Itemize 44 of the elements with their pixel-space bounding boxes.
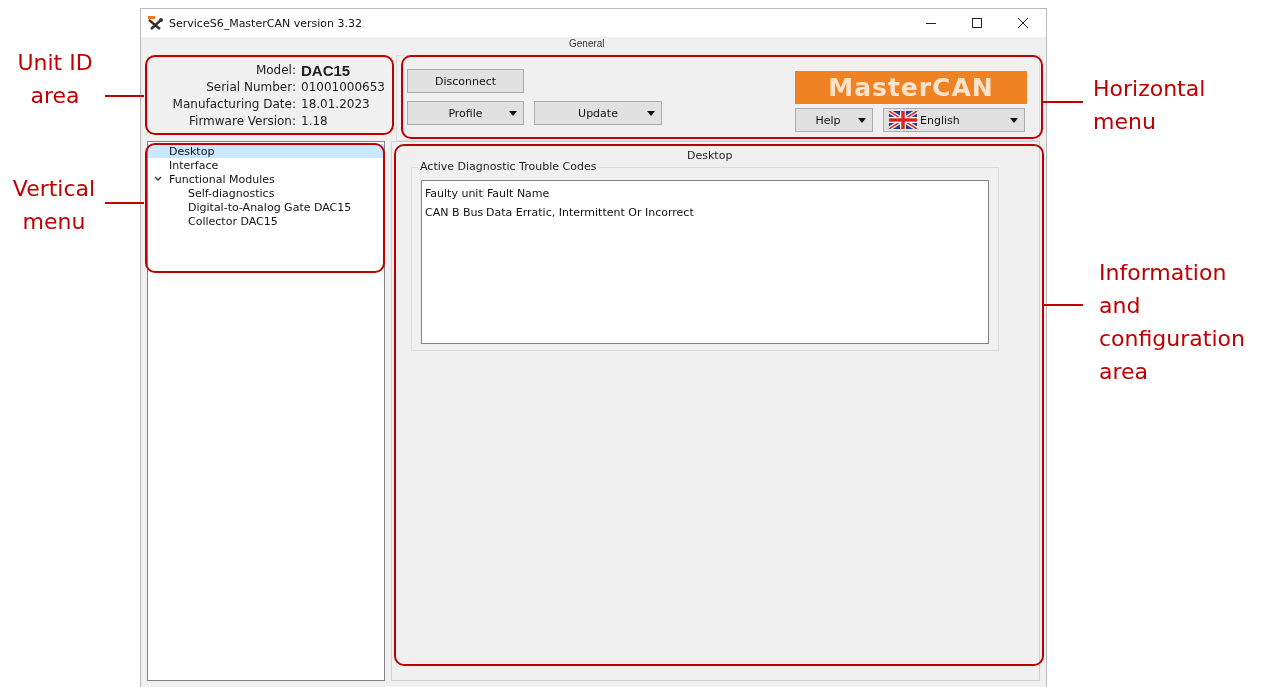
callout-label: Information and configuration area: [1099, 259, 1246, 386]
info-value: 18.01.2023: [301, 96, 371, 113]
info-label: Manufacturing Date:: [171, 96, 296, 113]
window-title: ServiceS6_MasterCAN version 3.32: [169, 16, 362, 30]
close-icon[interactable]: [1018, 18, 1028, 28]
tree-item[interactable]: Self-diagnostics: [148, 186, 384, 200]
tools-icon: [148, 16, 164, 30]
info-value: DAC15: [301, 62, 352, 79]
callout-label: Vertical menu: [11, 175, 97, 236]
table-cell-text: CAN B Bus: [424, 206, 483, 219]
callout-label: Unit ID area: [16, 49, 94, 110]
column-header[interactable]: Fault Name: [484, 187, 550, 200]
help-button[interactable]: Help: [795, 108, 873, 132]
chevron-icon[interactable]: [154, 176, 162, 182]
info-label: Firmware Version:: [188, 113, 296, 130]
caret-icon: [858, 118, 866, 123]
info-value: 01001000653: [301, 79, 386, 96]
tree-item[interactable]: Interface: [148, 158, 384, 172]
table-cell-text: Data Erratic, Intermittent Or Incorrect: [485, 206, 694, 219]
dropdown-button[interactable]: Update: [534, 101, 662, 125]
tree-item[interactable]: Collector DAC15: [148, 214, 384, 228]
panel-title: Desktop: [687, 149, 733, 162]
caret-icon: [1010, 118, 1018, 123]
info-label: Serial Number:: [205, 79, 296, 96]
leader-line: [105, 202, 144, 204]
dropdown-button[interactable]: Profile: [407, 101, 524, 125]
column-header[interactable]: Faulty unit: [422, 187, 484, 200]
language-dropdown[interactable]: English: [883, 108, 1025, 132]
tree-item[interactable]: Functional Modules: [148, 172, 384, 186]
caret-icon: [509, 111, 517, 116]
info-label: Model:: [254, 62, 296, 79]
tree-item[interactable]: Digital-to-Analog Gate DAC15: [148, 200, 384, 214]
group-title: Active Diagnostic Trouble Codes: [418, 160, 599, 173]
info-value: 1.18: [301, 113, 329, 130]
leader-line: [105, 95, 144, 97]
caret-icon: [647, 111, 655, 116]
maximize-icon[interactable]: [972, 18, 982, 28]
leader-line: [1043, 101, 1083, 103]
flag-icon: [889, 111, 917, 129]
logo: MasterCAN: [795, 71, 1027, 104]
disconnect-button[interactable]: Disconnect: [407, 69, 524, 93]
callout-label: Horizontal menu: [1093, 75, 1207, 136]
leader-line: [1043, 304, 1083, 306]
group-title: General: [567, 38, 607, 49]
